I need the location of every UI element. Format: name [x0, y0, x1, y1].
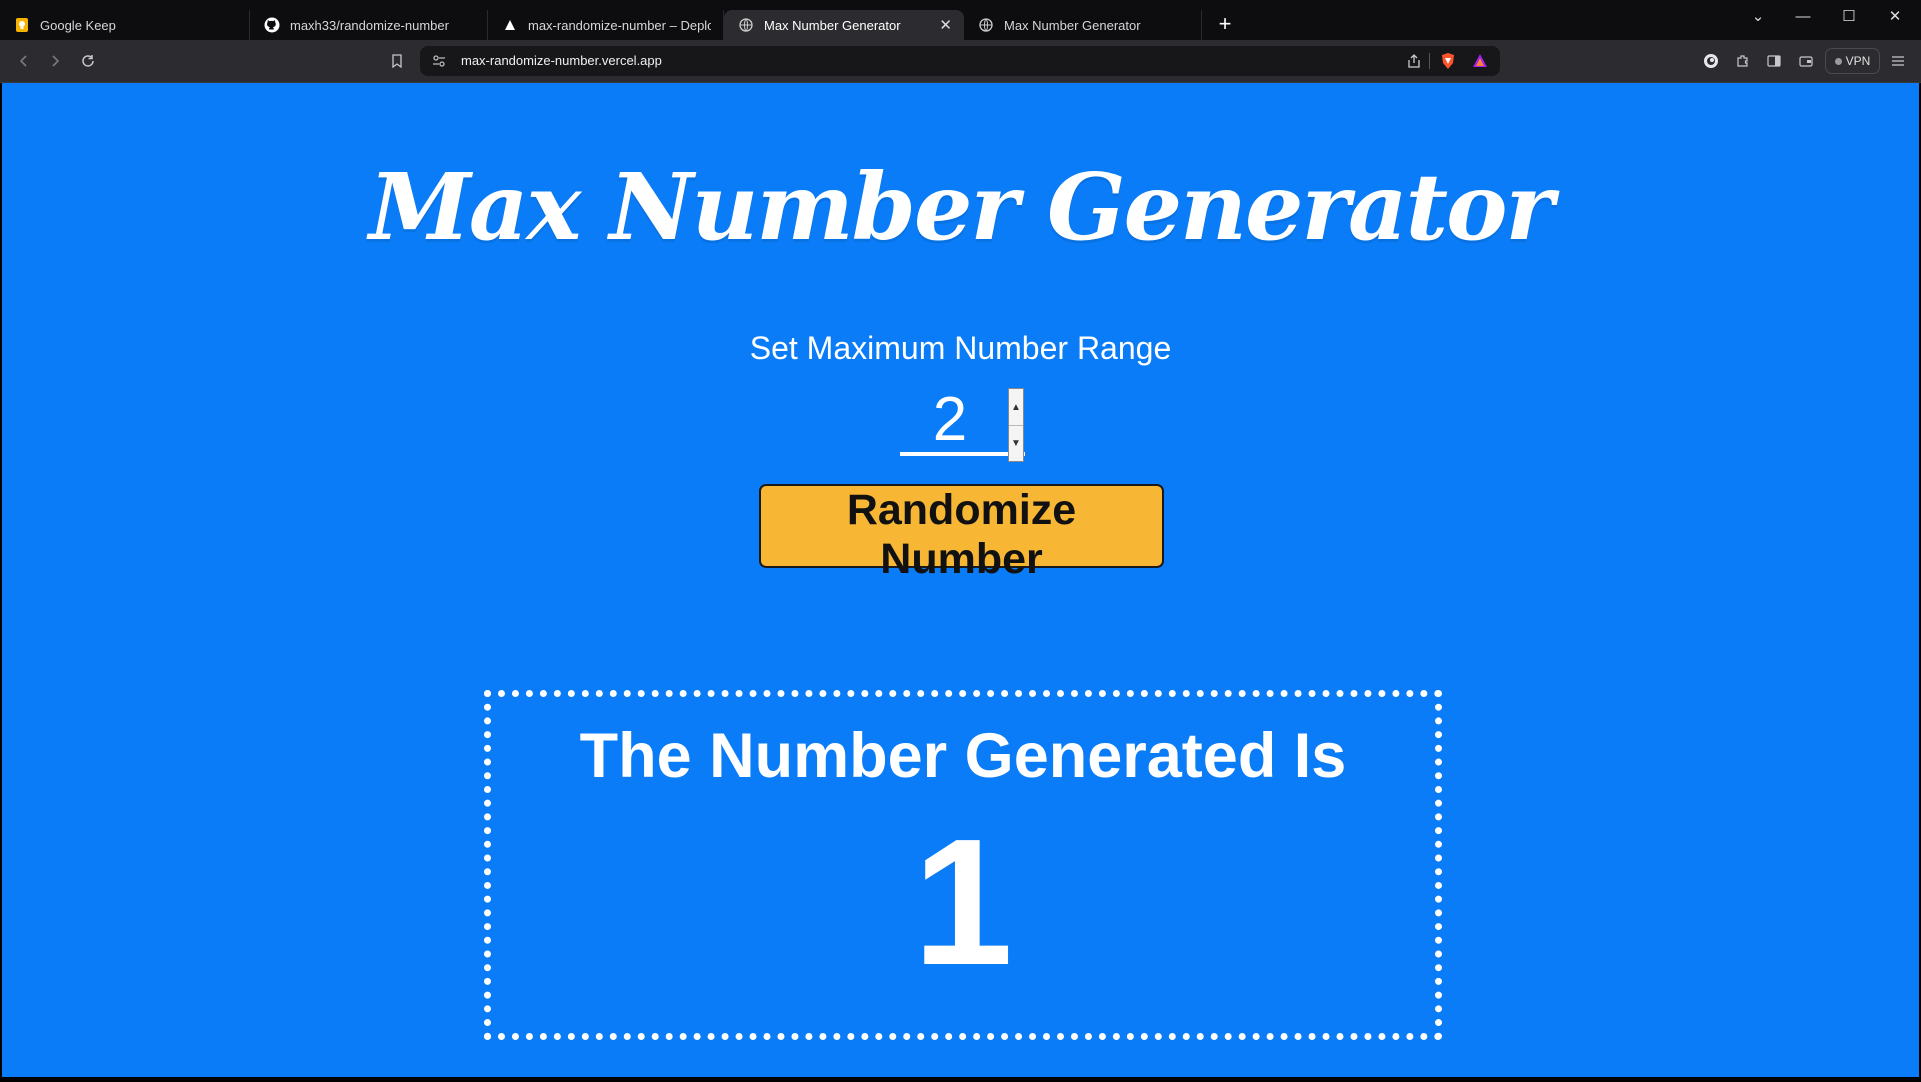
tab-label: Max Number Generator — [764, 17, 901, 33]
minimize-icon[interactable]: — — [1780, 6, 1826, 28]
range-label: Set Maximum Number Range — [749, 330, 1172, 366]
vercel-icon — [502, 17, 518, 33]
tab-search-chevron-icon[interactable]: ⌄ — [1735, 6, 1781, 28]
brave-leo-icon[interactable] — [1699, 49, 1723, 73]
number-spinner[interactable]: ▲ ▼ — [1008, 388, 1024, 462]
tab-google-keep[interactable]: Google Keep — [0, 10, 250, 40]
new-tab-button[interactable]: + — [1212, 11, 1238, 37]
tab-label: Max Number Generator — [1004, 17, 1141, 33]
sidebar-icon[interactable] — [1762, 49, 1786, 73]
globe-icon — [978, 17, 994, 33]
maximize-icon[interactable]: ☐ — [1826, 6, 1872, 28]
globe-icon — [738, 17, 754, 33]
extensions-icon[interactable] — [1731, 49, 1755, 73]
vpn-button[interactable]: VPN — [1825, 48, 1880, 74]
forward-icon[interactable] — [43, 49, 67, 73]
tab-label: maxh33/randomize-number — [290, 17, 449, 33]
page-content: Max Number Generator Set Maximum Number … — [2, 83, 1919, 1077]
reload-icon[interactable] — [76, 49, 100, 73]
tab-max-number-generator[interactable]: Max Number Generator — [964, 10, 1202, 40]
google-keep-icon — [14, 17, 30, 33]
spin-up-arrow-icon[interactable]: ▲ — [1009, 389, 1023, 426]
result-value: 1 — [912, 802, 1014, 1003]
address-bar[interactable]: max-randomize-number.vercel.app — [420, 46, 1500, 76]
wallet-icon[interactable] — [1794, 49, 1818, 73]
brave-rewards-icon[interactable] — [1472, 53, 1488, 74]
tab-label: max-randomize-number – Deployment — [528, 17, 711, 33]
tab-max-number-generator-active[interactable]: Max Number Generator ✕ — [724, 10, 964, 40]
menu-icon[interactable] — [1886, 49, 1910, 73]
brave-shields-icon[interactable] — [1440, 52, 1456, 75]
result-heading: The Number Generated Is — [579, 721, 1347, 791]
github-icon — [264, 17, 280, 33]
randomize-number-button[interactable]: Randomize Number — [759, 484, 1164, 583]
result-box: The Number Generated Is 1 — [484, 690, 1442, 1040]
browser-tab-bar: Google Keep maxh33/randomize-number max-… — [0, 0, 1921, 40]
divider — [1429, 53, 1430, 69]
spin-down-arrow-icon[interactable]: ▼ — [1009, 425, 1023, 461]
bookmark-icon[interactable] — [385, 49, 409, 73]
back-icon[interactable] — [12, 49, 36, 73]
page-title: Max Number Generator — [369, 153, 1554, 261]
browser-toolbar: max-randomize-number.vercel.app VPN — [0, 40, 1921, 83]
site-settings-icon[interactable] — [432, 54, 446, 73]
max-number-input[interactable] — [900, 386, 1000, 452]
url-text: max-randomize-number.vercel.app — [461, 53, 662, 68]
vpn-status-dot-icon — [1834, 57, 1842, 65]
vpn-label: VPN — [1845, 54, 1871, 68]
tab-github-repo[interactable]: maxh33/randomize-number — [250, 10, 488, 40]
max-number-field: ▲ ▼ — [900, 386, 1025, 462]
tab-vercel-deployment[interactable]: max-randomize-number – Deployment — [488, 10, 724, 40]
close-tab-icon[interactable]: ✕ — [939, 16, 952, 34]
close-window-icon[interactable]: ✕ — [1872, 6, 1918, 28]
tab-label: Google Keep — [40, 17, 116, 33]
share-icon[interactable] — [1406, 53, 1422, 74]
